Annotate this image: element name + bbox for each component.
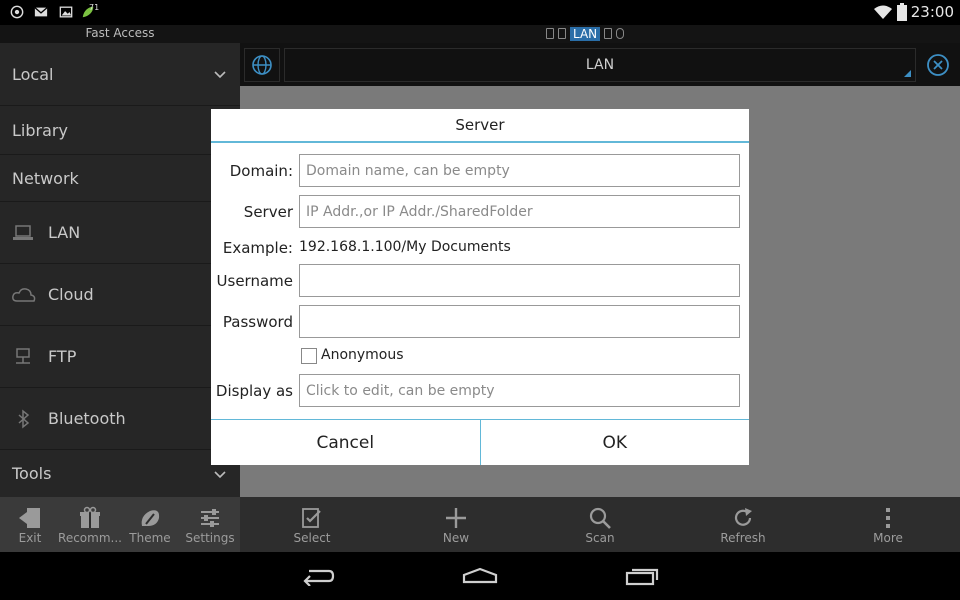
bottom-toolbar: Exit Recomm... Theme Settings Select New… — [0, 497, 960, 552]
scan-button[interactable]: Scan — [572, 497, 628, 552]
password-label: Password — [222, 313, 293, 331]
password-field[interactable] — [299, 305, 740, 338]
settings-button[interactable]: Settings — [184, 497, 236, 552]
network-globe-button[interactable] — [244, 48, 280, 82]
sidebar-item-label: LAN — [48, 223, 81, 242]
cloud-icon — [12, 287, 36, 302]
select-icon — [302, 508, 321, 528]
search-icon — [589, 507, 611, 529]
new-button[interactable]: New — [428, 497, 484, 552]
close-button[interactable] — [920, 48, 956, 82]
recommend-button[interactable]: Recomm... — [58, 497, 122, 552]
refresh-icon — [734, 508, 752, 526]
gift-icon — [80, 506, 100, 528]
anonymous-label[interactable]: Anonymous — [321, 347, 404, 363]
phone-mode-icon[interactable] — [546, 28, 554, 39]
sub-header: Fast Access LAN — [0, 25, 960, 43]
settings-icon — [201, 509, 219, 527]
dropdown-corner-icon — [904, 70, 911, 77]
toolbar-label: New — [442, 531, 470, 545]
server-dialog: Server Domain: Server Example: 192.168.1… — [211, 109, 749, 465]
back-icon[interactable] — [301, 566, 335, 586]
lan-mode-label: LAN — [573, 26, 598, 41]
example-value: 192.168.1.100/My Documents — [299, 239, 511, 255]
content-header: LAN — [240, 43, 960, 86]
location-title[interactable]: LAN — [284, 48, 916, 82]
location-title-text: LAN — [585, 57, 615, 73]
domain-label: Domain: — [229, 162, 293, 180]
toolbar-label: Theme — [129, 531, 171, 545]
anonymous-checkbox[interactable] — [301, 348, 317, 364]
more-button[interactable]: More — [860, 497, 916, 552]
fast-access-label[interactable]: Fast Access — [0, 26, 240, 40]
close-icon — [927, 54, 949, 76]
server-field[interactable] — [299, 195, 740, 228]
exit-button[interactable]: Exit — [8, 497, 52, 552]
ftp-icon — [16, 347, 30, 364]
display-as-field[interactable] — [299, 374, 740, 407]
sd-mode-icon[interactable] — [558, 28, 566, 39]
chevron-down-icon — [214, 470, 226, 478]
target-icon — [10, 5, 24, 19]
wifi-icon — [874, 5, 892, 19]
sidebar-section-label: Network — [12, 168, 79, 188]
sidebar-section-label: Library — [12, 120, 68, 140]
image-icon — [59, 6, 73, 18]
sidebar-section-local[interactable]: Local — [0, 43, 240, 106]
sidebar-item-bluetooth[interactable]: Bluetooth — [0, 388, 240, 450]
sidebar-section-label: Tools — [12, 464, 52, 483]
system-nav-bar — [0, 552, 960, 600]
example-label: Example: — [222, 239, 293, 257]
ok-button[interactable]: OK — [479, 420, 750, 465]
username-field[interactable] — [299, 264, 740, 297]
sidebar-section-library[interactable]: Library — [0, 106, 240, 155]
sidebar-item-label: Bluetooth — [48, 409, 126, 428]
chevron-down-icon — [214, 71, 226, 79]
sidebar-item-ftp[interactable]: FTP — [0, 326, 240, 388]
refresh-button[interactable]: Refresh — [715, 497, 771, 552]
globe-icon — [252, 55, 272, 75]
toolbar-label: Settings — [185, 531, 235, 545]
toolbar-label: Refresh — [720, 531, 766, 545]
sidebar-item-label: Cloud — [48, 285, 94, 304]
display-as-label: Display as — [215, 382, 293, 400]
status-bar: 71 23:00 — [0, 0, 960, 25]
dialog-buttons: Cancel OK — [211, 419, 749, 465]
theme-button[interactable]: Theme — [128, 497, 172, 552]
sidebar-item-lan[interactable]: LAN — [0, 202, 240, 264]
domain-field[interactable] — [299, 154, 740, 187]
plus-icon — [446, 508, 466, 528]
dialog-title: Server — [211, 109, 749, 143]
sidebar-section-label: Local — [12, 64, 54, 84]
notification-count: 71 — [89, 3, 100, 12]
bluetooth-icon — [18, 408, 30, 429]
more-icon — [886, 508, 890, 528]
mode-strip: LAN — [546, 26, 625, 41]
device-mode-icon[interactable] — [604, 28, 613, 39]
toolbar-label: More — [873, 531, 903, 545]
toolbar-label: Recomm... — [58, 531, 122, 545]
toolbar-label: Scan — [585, 531, 615, 545]
lan-mode-badge[interactable]: LAN — [570, 26, 601, 41]
theme-icon — [141, 510, 160, 526]
select-button[interactable]: Select — [284, 497, 340, 552]
home-icon[interactable] — [462, 566, 498, 586]
sidebar-item-cloud[interactable]: Cloud — [0, 264, 240, 326]
cancel-button[interactable]: Cancel — [211, 420, 480, 465]
exit-icon — [19, 508, 40, 528]
mail-icon — [34, 7, 48, 17]
toolbar-label: Select — [293, 531, 331, 545]
server-label: Server — [243, 203, 293, 221]
clock: 23:00 — [910, 3, 954, 21]
recent-apps-icon[interactable] — [625, 566, 661, 586]
laptop-icon — [13, 224, 33, 240]
cloud-mode-icon[interactable] — [616, 28, 625, 39]
toolbar-label: Exit — [18, 531, 42, 545]
username-label: Username — [216, 272, 293, 290]
sidebar-section-network[interactable]: Network — [0, 155, 240, 202]
sidebar-section-tools[interactable]: Tools — [0, 450, 240, 497]
sidebar-item-label: FTP — [48, 347, 77, 366]
sidebar: Local Library Network LAN Cloud FTP Blue… — [0, 43, 240, 497]
battery-icon — [897, 3, 907, 21]
